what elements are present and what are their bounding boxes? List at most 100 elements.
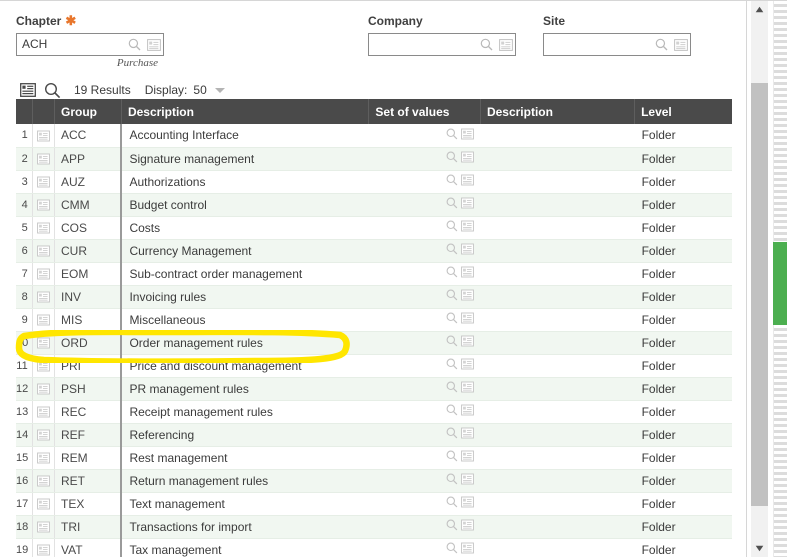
cell-row-detail-action[interactable] bbox=[32, 538, 56, 557]
row-detail-icon[interactable] bbox=[36, 290, 50, 304]
table-row[interactable]: 17 TEX Text management Folder bbox=[16, 492, 732, 516]
table-row[interactable]: 3 AUZ Authorizations Folder bbox=[16, 170, 732, 194]
table-row[interactable]: 15 REM Rest management Folder bbox=[16, 446, 732, 470]
cell-description-2[interactable] bbox=[480, 354, 635, 378]
cell-level[interactable]: Folder bbox=[634, 446, 732, 470]
cell-group[interactable]: CMM bbox=[54, 193, 123, 217]
table-row[interactable]: 13 REC Receipt management rules Folder bbox=[16, 400, 732, 424]
cell-selection-icon[interactable] bbox=[461, 473, 475, 488]
triangle-up-icon[interactable] bbox=[751, 1, 768, 18]
cell-description-2[interactable] bbox=[480, 147, 635, 171]
cell-group[interactable]: ORD bbox=[54, 331, 123, 355]
cell-search-icon[interactable] bbox=[446, 289, 458, 304]
cell-set-of-values[interactable] bbox=[368, 147, 481, 171]
cell-set-of-values[interactable] bbox=[368, 515, 481, 539]
cell-row-detail-action[interactable] bbox=[32, 354, 56, 378]
cell-description[interactable]: Return management rules bbox=[121, 469, 369, 493]
cell-search-icon[interactable] bbox=[446, 381, 458, 396]
table-row[interactable]: 9 MIS Miscellaneous Folder bbox=[16, 308, 732, 332]
row-detail-icon[interactable] bbox=[36, 405, 50, 419]
cell-group[interactable]: RET bbox=[54, 469, 123, 493]
cell-row-detail-action[interactable] bbox=[32, 216, 56, 240]
row-detail-icon[interactable] bbox=[36, 359, 50, 373]
cell-level[interactable]: Folder bbox=[634, 492, 732, 516]
cell-selection-icon[interactable] bbox=[461, 542, 475, 557]
row-detail-icon[interactable] bbox=[36, 152, 50, 166]
cell-level[interactable]: Folder bbox=[634, 377, 732, 401]
table-row[interactable]: 14 REF Referencing Folder bbox=[16, 423, 732, 447]
cell-description[interactable]: Sub-contract order management bbox=[121, 262, 369, 286]
company-input[interactable] bbox=[369, 34, 477, 55]
cell-selection-icon[interactable] bbox=[461, 197, 475, 212]
cell-selection-icon[interactable] bbox=[461, 427, 475, 442]
cell-description[interactable]: Order management rules bbox=[121, 331, 369, 355]
cell-selection-icon[interactable] bbox=[461, 381, 475, 396]
cell-selection-icon[interactable] bbox=[461, 335, 475, 350]
cell-set-of-values[interactable] bbox=[368, 538, 481, 557]
cell-search-icon[interactable] bbox=[446, 151, 458, 166]
cell-group[interactable]: MIS bbox=[54, 308, 123, 332]
cell-search-icon[interactable] bbox=[446, 358, 458, 373]
cell-selection-icon[interactable] bbox=[461, 450, 475, 465]
cell-description-2[interactable] bbox=[480, 193, 635, 217]
cell-set-of-values[interactable] bbox=[368, 400, 481, 424]
cell-group[interactable]: AUZ bbox=[54, 170, 123, 194]
cell-set-of-values[interactable] bbox=[368, 423, 481, 447]
cell-row-detail-action[interactable] bbox=[32, 469, 56, 493]
list-panel-icon[interactable] bbox=[16, 80, 40, 100]
cell-group[interactable]: INV bbox=[54, 285, 123, 309]
cell-set-of-values[interactable] bbox=[368, 331, 481, 355]
row-detail-icon[interactable] bbox=[36, 451, 50, 465]
col-header-action[interactable] bbox=[32, 99, 56, 124]
row-detail-icon[interactable] bbox=[36, 382, 50, 396]
cell-group[interactable]: VAT bbox=[54, 538, 123, 557]
cell-search-icon[interactable] bbox=[446, 450, 458, 465]
cell-level[interactable]: Folder bbox=[634, 216, 732, 240]
cell-row-detail-action[interactable] bbox=[32, 170, 56, 194]
cell-selection-icon[interactable] bbox=[461, 151, 475, 166]
cell-group[interactable]: COS bbox=[54, 216, 123, 240]
site-input-wrap[interactable] bbox=[543, 33, 691, 56]
cell-description-2[interactable] bbox=[480, 331, 635, 355]
cell-row-detail-action[interactable] bbox=[32, 147, 56, 171]
cell-search-icon[interactable] bbox=[446, 266, 458, 281]
col-header-description[interactable]: Description bbox=[121, 99, 370, 124]
row-detail-icon[interactable] bbox=[36, 336, 50, 350]
cell-group[interactable]: TRI bbox=[54, 515, 123, 539]
cell-description[interactable]: Invoicing rules bbox=[121, 285, 369, 309]
cell-selection-icon[interactable] bbox=[461, 128, 475, 143]
chapter-search-icon[interactable] bbox=[125, 34, 144, 55]
cell-search-icon[interactable] bbox=[446, 427, 458, 442]
table-row[interactable]: 19 VAT Tax management Folder bbox=[16, 538, 732, 557]
cell-search-icon[interactable] bbox=[446, 174, 458, 189]
cell-group[interactable]: REC bbox=[54, 400, 123, 424]
cell-description[interactable]: Price and discount management bbox=[121, 354, 369, 378]
row-detail-icon[interactable] bbox=[36, 267, 50, 281]
cell-description[interactable]: Tax management bbox=[121, 538, 369, 557]
table-row[interactable]: 11 PRI Price and discount management Fold… bbox=[16, 354, 732, 378]
cell-description[interactable]: Currency Management bbox=[121, 239, 369, 263]
cell-row-detail-action[interactable] bbox=[32, 400, 56, 424]
cell-selection-icon[interactable] bbox=[461, 312, 475, 327]
cell-set-of-values[interactable] bbox=[368, 446, 481, 470]
cell-level[interactable]: Folder bbox=[634, 515, 732, 539]
cell-level[interactable]: Folder bbox=[634, 147, 732, 171]
row-detail-icon[interactable] bbox=[36, 128, 50, 142]
row-detail-icon[interactable] bbox=[36, 198, 50, 212]
chapter-input[interactable] bbox=[17, 34, 125, 55]
table-row[interactable]: 18 TRI Transactions for import Folder bbox=[16, 515, 732, 539]
cell-row-detail-action[interactable] bbox=[32, 285, 56, 309]
cell-level[interactable]: Folder bbox=[634, 285, 732, 309]
cell-set-of-values[interactable] bbox=[368, 492, 481, 516]
row-detail-icon[interactable] bbox=[36, 520, 50, 534]
chevron-down-icon[interactable] bbox=[214, 87, 225, 93]
cell-description-2[interactable] bbox=[480, 262, 635, 286]
cell-set-of-values[interactable] bbox=[368, 262, 481, 286]
display-value[interactable]: 50 bbox=[193, 83, 206, 97]
cell-description[interactable]: Budget control bbox=[121, 193, 369, 217]
table-row[interactable]: 16 RET Return management rules Folder bbox=[16, 469, 732, 493]
cell-set-of-values[interactable] bbox=[368, 285, 481, 309]
cell-row-detail-action[interactable] bbox=[32, 124, 56, 148]
cell-search-icon[interactable] bbox=[446, 220, 458, 235]
cell-set-of-values[interactable] bbox=[368, 193, 481, 217]
